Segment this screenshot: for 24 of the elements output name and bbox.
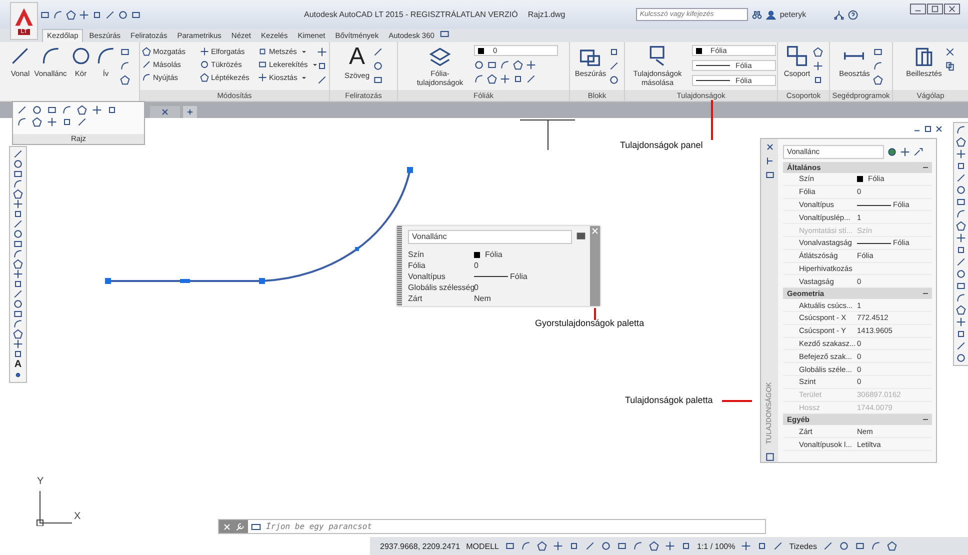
annotation-scale[interactable]: 1:1 / 100% xyxy=(696,542,736,550)
property-value: 0 xyxy=(474,283,478,292)
property-label: Szín xyxy=(408,250,426,259)
property-value: Nem xyxy=(474,294,491,303)
property-value: Fólia xyxy=(474,250,502,259)
axis-label: Y xyxy=(37,476,44,488)
property-label: Zárt xyxy=(408,294,424,303)
axis-label: X xyxy=(74,511,81,523)
model-space-button[interactable]: MODELL xyxy=(466,542,499,550)
user-name[interactable]: peteryk xyxy=(780,10,830,19)
property-value: 0 xyxy=(474,261,478,270)
callout-label: Tulajdonságok panel xyxy=(620,140,703,150)
window-title: Autodesk AutoCAD LT 2015 - REGISZTRÁLATLAN VERZIÓ xyxy=(304,10,518,19)
text-tool[interactable]: A xyxy=(14,359,22,370)
object-dropdown[interactable]: Vonallánc xyxy=(408,230,572,244)
callout-label: Tulajdonságok paletta xyxy=(625,395,713,405)
property-label: Vonaltípus xyxy=(408,272,446,281)
coordinates: 2937.9668, 2209.2471 xyxy=(380,542,460,550)
units-dropdown[interactable]: Tizedes xyxy=(789,542,817,550)
property-value: Fólia xyxy=(474,272,528,281)
document-name: Rajz1.dwg xyxy=(528,10,566,19)
property-label: Fólia xyxy=(408,261,426,270)
callout-label: Gyorstulajdonságok paletta xyxy=(535,318,644,328)
property-label: Globális szélesség xyxy=(408,283,474,292)
